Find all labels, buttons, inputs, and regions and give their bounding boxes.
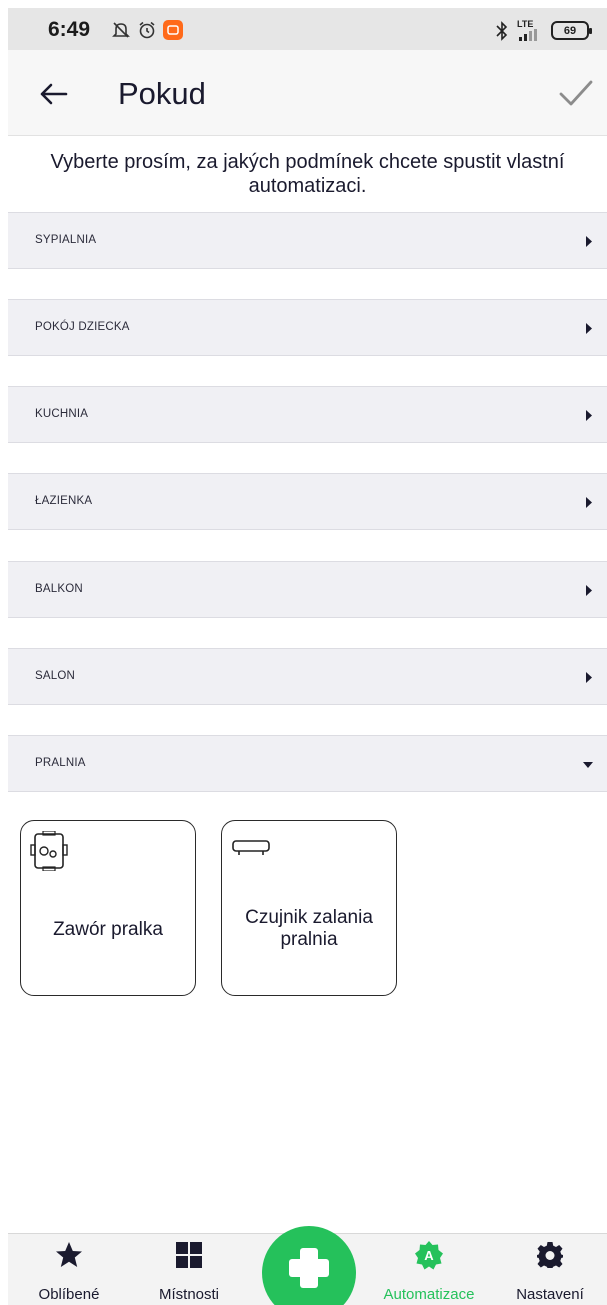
room-row[interactable]: SYPIALNIA	[8, 212, 607, 269]
nav-label: Automatizace	[383, 1286, 475, 1303]
caret-right-icon	[586, 410, 592, 421]
caret-right-icon	[586, 672, 592, 683]
caret-right-icon	[586, 585, 592, 596]
room-label: BALKON	[35, 583, 83, 595]
flood-sensor-icon	[232, 840, 270, 855]
device-card-flood-sensor[interactable]: Czujnik zalania pralnia	[221, 820, 397, 996]
nav-item-rooms[interactable]: Místnosti	[134, 1234, 244, 1305]
nav-item-automation[interactable]: A Automatizace	[374, 1234, 484, 1305]
room-label: POKÓJ DZIECKA	[35, 321, 130, 333]
alarm-clock-icon	[139, 21, 155, 39]
room-label: PRALNIA	[35, 757, 86, 769]
caret-right-icon	[586, 497, 592, 508]
automation-icon: A	[415, 1241, 443, 1270]
mi-home-icon	[163, 20, 183, 40]
device-card-valve[interactable]: Zawór pralka	[20, 820, 196, 996]
star-icon	[56, 1242, 82, 1267]
nav-label: Oblíbené	[38, 1286, 100, 1303]
room-row[interactable]: SALON	[8, 648, 607, 705]
valve-icon	[30, 831, 68, 871]
caret-right-icon	[586, 323, 592, 334]
room-label: ŁAZIENKA	[35, 495, 93, 507]
plus-icon	[289, 1248, 329, 1288]
nav-label: Místnosti	[158, 1286, 219, 1303]
battery-indicator: 69	[551, 21, 592, 40]
status-time: 6:49	[48, 18, 91, 41]
app-header: Pokud	[8, 50, 607, 136]
signal-icon: LTE	[517, 20, 543, 41]
caret-down-icon	[583, 762, 593, 768]
caret-right-icon	[586, 236, 592, 247]
nav-item-favorites[interactable]: Oblíbené	[14, 1234, 124, 1305]
grid-icon	[176, 1242, 202, 1268]
room-row[interactable]: POKÓJ DZIECKA	[8, 299, 607, 356]
room-label: SALON	[35, 670, 75, 682]
intro-text: Vyberte prosím, za jakých podmínek chcet…	[50, 151, 565, 197]
room-label: KUCHNIA	[35, 408, 89, 420]
status-bar: 6:49 LTE 69	[8, 8, 607, 50]
svg-text:A: A	[424, 1248, 434, 1263]
room-row[interactable]: KUCHNIA	[8, 386, 607, 443]
room-row[interactable]: ŁAZIENKA	[8, 473, 607, 530]
room-label: SYPIALNIA	[35, 234, 97, 246]
device-name: Czujnik zalania pralnia	[245, 907, 373, 950]
page-title: Pokud	[118, 76, 206, 111]
nav-item-settings[interactable]: Nastavení	[495, 1234, 605, 1305]
nav-label: Nastavení	[516, 1286, 584, 1303]
status-icons-left	[111, 20, 183, 40]
muted-notification-icon	[112, 22, 130, 38]
gear-icon	[537, 1242, 563, 1268]
room-row[interactable]: PRALNIA	[8, 735, 607, 792]
check-icon[interactable]	[557, 74, 595, 112]
bluetooth-icon	[496, 20, 508, 41]
device-name: Zawór pralka	[53, 919, 163, 940]
add-button[interactable]	[262, 1226, 356, 1305]
status-icons-right: LTE 69	[495, 20, 592, 41]
room-row[interactable]: BALKON	[8, 561, 607, 618]
arrow-left-icon[interactable]	[36, 76, 72, 112]
